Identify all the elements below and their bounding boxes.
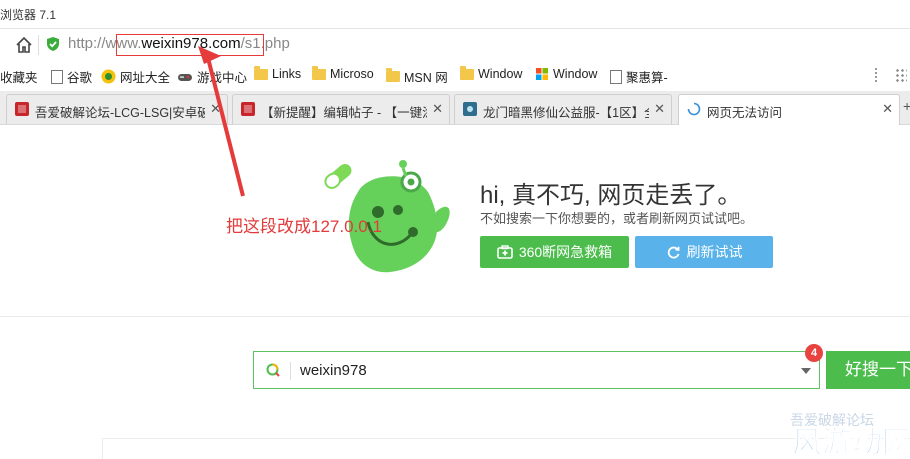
- tab-longmen[interactable]: 龙门暗黑修仙公益服-【1区】全 ✕: [454, 94, 672, 124]
- tab-52pojie[interactable]: 吾爱破解论坛-LCG-LSG|安卓破 ✕: [6, 94, 228, 124]
- bookmark-msn[interactable]: MSN 网: [386, 67, 448, 86]
- search-divider: [290, 362, 291, 380]
- bookmark-label: 谷歌: [67, 71, 93, 85]
- refresh-icon: [667, 246, 679, 258]
- search-box[interactable]: weixin978: [253, 351, 820, 389]
- tab-label: 【新提醒】编辑帖子 - 【一键涂: [261, 106, 427, 120]
- bookmark-label: Links: [272, 67, 302, 81]
- search-button[interactable]: 好搜一下: [826, 351, 910, 389]
- close-icon[interactable]: ✕: [432, 101, 443, 117]
- apps-grid-icon[interactable]: [895, 68, 907, 82]
- bookmark-windows-folder[interactable]: Window: [460, 65, 523, 81]
- notification-badge: 4: [805, 344, 823, 362]
- annotation-text: 把这段改成127.0.0.1: [226, 217, 382, 236]
- bookmark-label: Window: [553, 67, 598, 81]
- address-bar: http://www.weixin978.com/s1.php: [0, 28, 910, 61]
- title-bar: 浏览器 7.1: [0, 0, 910, 28]
- bookmark-game-center[interactable]: 游戏中心: [177, 67, 247, 86]
- error-subtitle: 不如搜索一下你想要的，或者刷新网页试试吧。: [480, 211, 754, 226]
- close-icon[interactable]: ✕: [654, 101, 665, 117]
- first-aid-kit-icon: [497, 245, 513, 259]
- tab-label: 网页无法访问: [707, 106, 783, 120]
- folder-icon: [312, 65, 326, 80]
- close-icon[interactable]: ✕: [882, 101, 893, 117]
- retry-button[interactable]: 刷新试试: [635, 236, 773, 268]
- bookmark-url-directory[interactable]: 网址大全: [101, 67, 170, 86]
- bookmark-label: MSN 网: [404, 71, 448, 85]
- bookmark-favorites[interactable]: 收藏夹: [0, 67, 38, 86]
- search-logo-icon: [266, 363, 280, 377]
- close-icon[interactable]: ✕: [210, 101, 221, 117]
- 52pojie-favicon-icon: [241, 102, 255, 116]
- gamepad-icon: [178, 73, 192, 81]
- network-rescue-button[interactable]: 360断网急救箱: [480, 236, 629, 268]
- bookmark-juhuisuan[interactable]: 聚惠算-: [610, 67, 668, 86]
- bookmark-google[interactable]: 谷歌: [51, 67, 92, 86]
- tab-label: 龙门暗黑修仙公益服-【1区】全: [483, 106, 649, 120]
- url-highlight-box: [116, 34, 264, 56]
- search-input[interactable]: weixin978: [300, 362, 367, 379]
- bookmark-label: 游戏中心: [197, 71, 248, 85]
- bookmark-label: 网址大全: [120, 71, 171, 85]
- url-scheme: http://: [68, 35, 106, 52]
- chevron-down-icon[interactable]: [801, 368, 811, 374]
- bookmarks-overflow-icon[interactable]: [875, 68, 880, 82]
- bookmark-label: Microso: [330, 67, 374, 81]
- bookmark-microsoft[interactable]: Microso: [312, 65, 374, 81]
- doc-icon: [51, 69, 63, 84]
- bookmark-label: Window: [478, 67, 523, 81]
- address-divider: [38, 35, 39, 55]
- bookmark-links[interactable]: Links: [254, 65, 302, 81]
- tab-strip: 吾爱破解论坛-LCG-LSG|安卓破 ✕ 【新提醒】编辑帖子 - 【一键涂 ✕ …: [0, 91, 910, 125]
- globe-icon: [101, 69, 116, 84]
- folder-icon: [460, 65, 474, 80]
- loading-spinner-icon: [687, 102, 701, 116]
- watermark-logo: 风游动网: [792, 425, 909, 459]
- watermark-logo-text: 风游动网: [792, 425, 908, 458]
- content-panel: [102, 438, 910, 459]
- bookmarks-bar: 收藏夹 谷歌 网址大全 游戏中心 Links Microso MSN 网 Win…: [0, 60, 910, 90]
- tab-edit-post[interactable]: 【新提醒】编辑帖子 - 【一键涂 ✕: [232, 94, 450, 124]
- windows-icon: [536, 68, 548, 80]
- tab-label: 吾爱破解论坛-LCG-LSG|安卓破: [35, 106, 205, 120]
- folder-icon: [386, 68, 400, 82]
- home-icon[interactable]: [14, 35, 34, 55]
- tab-page-unavailable[interactable]: 网页无法访问 ✕: [678, 94, 900, 125]
- window-title: 浏览器 7.1: [0, 8, 57, 22]
- retry-label: 刷新试试: [686, 244, 743, 260]
- shield-icon[interactable]: [45, 36, 61, 52]
- folder-icon: [254, 65, 268, 80]
- new-tab-button[interactable]: +: [903, 98, 910, 114]
- network-rescue-label: 360断网急救箱: [518, 244, 613, 260]
- section-divider: [0, 316, 910, 317]
- 52pojie-favicon-icon: [15, 102, 29, 116]
- bookmark-label: 收藏夹: [0, 71, 38, 85]
- doc-icon: [610, 69, 622, 84]
- game-favicon-icon: [463, 102, 477, 116]
- error-headline: hi, 真不巧, 网页走丢了。: [480, 182, 742, 209]
- bookmark-label: 聚惠算-: [626, 71, 668, 85]
- bookmark-windows-link[interactable]: Window: [535, 67, 597, 81]
